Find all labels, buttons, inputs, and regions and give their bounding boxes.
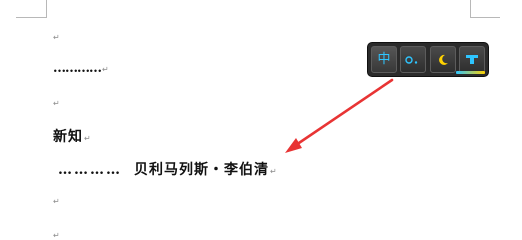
dots-line[interactable]: …………↵ xyxy=(53,61,109,76)
ime-toolbar[interactable]: 中 xyxy=(368,43,488,76)
skin-button[interactable] xyxy=(429,46,456,73)
paragraph-mark: ↵ xyxy=(102,65,109,74)
toolbox-underline xyxy=(456,71,485,74)
crop-mark-top-left xyxy=(16,17,46,18)
paragraph-mark: ↵ xyxy=(53,197,60,206)
crop-mark-top-left-vertical xyxy=(46,0,47,18)
paragraph-mark: ↵ xyxy=(84,134,91,143)
punctuation-button[interactable] xyxy=(400,46,427,73)
toolbox-icon xyxy=(465,54,478,64)
paragraph-mark: ↵ xyxy=(53,231,60,240)
crop-mark-top-right-vertical xyxy=(470,0,471,18)
paragraph-mark: ↵ xyxy=(270,167,277,176)
author-name: 贝利马列斯・李伯清 xyxy=(134,162,269,178)
heading-text: 新知 xyxy=(53,129,83,145)
chinese-mode-button[interactable]: 中 xyxy=(371,46,397,73)
author-dots: ………… xyxy=(58,162,122,178)
annotation-arrow xyxy=(285,78,394,153)
crop-mark-top-right xyxy=(470,17,500,18)
chinese-mode-icon: 中 xyxy=(377,52,391,67)
paragraph-mark: ↵ xyxy=(53,33,60,42)
paragraph-mark: ↵ xyxy=(53,99,60,108)
dots-text: ………… xyxy=(53,61,102,76)
document-page: ↵ …………↵ ↵ 新知↵ ………… 贝利马列斯・李伯清↵ ↵ ↵ 中 xyxy=(0,0,522,240)
heading-line[interactable]: 新知↵ xyxy=(53,126,91,146)
moon-skin-icon xyxy=(438,54,448,65)
toolbox-button[interactable] xyxy=(458,46,485,73)
author-line[interactable]: ………… 贝利马列斯・李伯清↵ xyxy=(58,159,277,179)
half-width-punctuation-icon xyxy=(405,55,418,64)
